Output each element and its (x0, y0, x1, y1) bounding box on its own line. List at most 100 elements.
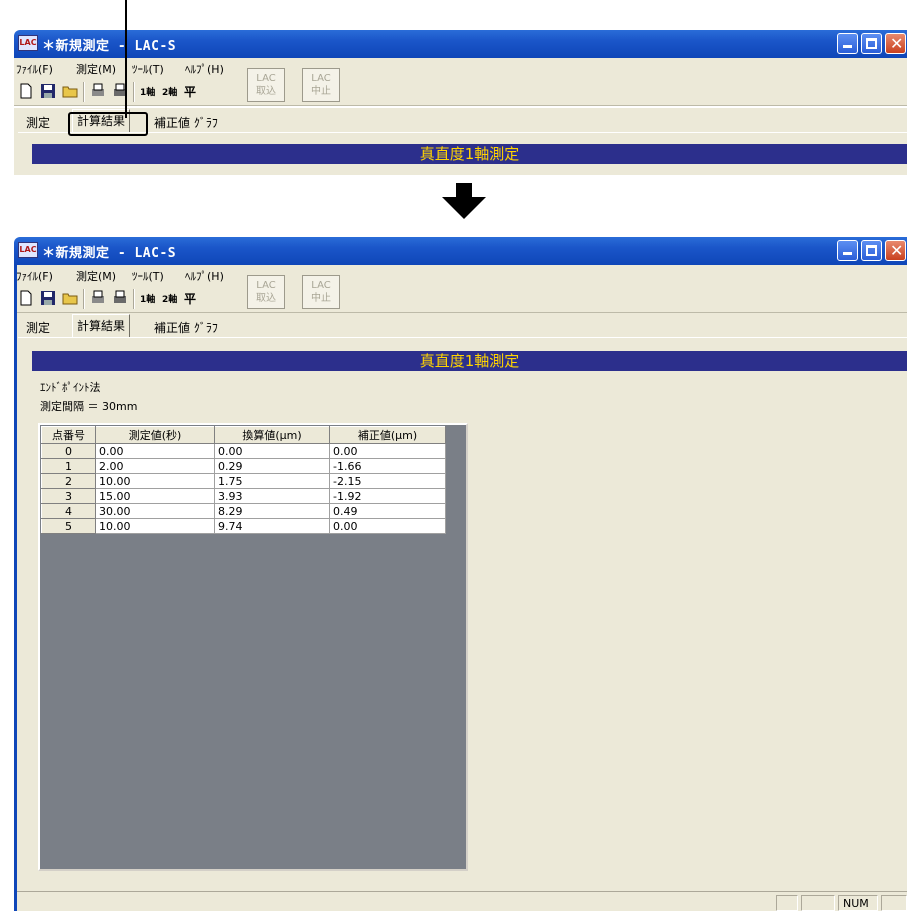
app-icon: LAC (18, 35, 38, 51)
minimize-button[interactable] (837, 240, 858, 261)
cell-converted[interactable]: 1.75 (214, 473, 330, 489)
table-row[interactable]: 3 15.00 3.93 -1.92 (41, 488, 446, 504)
cell-point: 2 (41, 473, 96, 489)
cell-measured[interactable]: 10.00 (95, 518, 215, 534)
menu-measure[interactable]: 測定(M) (76, 268, 116, 284)
cell-converted[interactable]: 0.29 (214, 458, 330, 474)
cell-corrected[interactable]: -1.66 (329, 458, 446, 474)
tab-strip: 測定 計算結果 補正値 ｸﾞﾗﾌ (14, 313, 907, 339)
cell-converted[interactable]: 3.93 (214, 488, 330, 504)
lac-stop-label: LAC (311, 280, 331, 291)
lac-load-button[interactable]: LAC 取込 (247, 68, 285, 102)
axis1-button[interactable]: 1軸 (140, 292, 155, 305)
window-border (14, 265, 17, 911)
menu-bar: ﾌｧｲﾙ(F) 測定(M) ﾂｰﾙ(T) ﾍﾙﾌﾟ(H) (14, 58, 907, 78)
tab-measure[interactable]: 測定 (22, 317, 54, 337)
lac-stop-button[interactable]: LAC 中止 (302, 275, 340, 309)
lac-stop-button[interactable]: LAC 中止 (302, 68, 340, 102)
title-bar: LAC ＊新規測定 - LAC-S ✕ (14, 30, 907, 58)
new-file-icon[interactable] (18, 83, 34, 99)
print-preview-icon[interactable] (90, 83, 106, 99)
cell-measured[interactable]: 15.00 (95, 488, 215, 504)
menu-help[interactable]: ﾍﾙﾌﾟ(H) (185, 61, 224, 77)
cell-converted[interactable]: 8.29 (214, 503, 330, 519)
menu-file[interactable]: ﾌｧｲﾙ(F) (16, 61, 53, 77)
menu-file[interactable]: ﾌｧｲﾙ(F) (16, 268, 53, 284)
status-panel-4 (881, 895, 907, 911)
close-button[interactable]: ✕ (885, 240, 906, 261)
cell-converted[interactable]: 9.74 (214, 518, 330, 534)
tab-results[interactable]: 計算結果 (72, 314, 131, 337)
callout-box (68, 112, 148, 136)
cell-point: 4 (41, 503, 96, 519)
menu-tools[interactable]: ﾂｰﾙ(T) (132, 61, 164, 77)
status-panel-2 (801, 895, 835, 911)
tab-measure[interactable]: 測定 (22, 112, 54, 132)
lac-stop-sublabel: 中止 (311, 293, 331, 304)
header-converted[interactable]: 換算値(μm) (214, 426, 330, 444)
cell-point: 3 (41, 488, 96, 504)
results-table: 点番号 測定値(秒) 換算値(μm) 補正値(μm) 0 0.00 0.00 0.00… (41, 426, 446, 534)
axis2-button[interactable]: 2軸 (162, 85, 177, 98)
flat-button[interactable]: 平 (184, 83, 196, 100)
status-panel-1 (776, 895, 798, 911)
cell-measured[interactable]: 0.00 (95, 443, 215, 459)
header-point[interactable]: 点番号 (41, 426, 96, 444)
menu-tools[interactable]: ﾂｰﾙ(T) (132, 268, 164, 284)
toolbar: 1軸 2軸 平 LAC 取込 LAC 中止 (14, 68, 907, 106)
table-row[interactable]: 4 30.00 8.29 0.49 (41, 503, 446, 519)
maximize-button[interactable] (861, 240, 882, 261)
save-icon[interactable] (40, 290, 56, 306)
header-measured[interactable]: 測定値(秒) (95, 426, 215, 444)
cell-measured[interactable]: 10.00 (95, 473, 215, 489)
cell-measured[interactable]: 2.00 (95, 458, 215, 474)
tab-correction-graph[interactable]: 補正値 ｸﾞﾗﾌ (150, 317, 222, 337)
callout-line (125, 0, 127, 118)
print-icon[interactable] (112, 290, 128, 306)
cell-point: 1 (41, 458, 96, 474)
cell-corrected[interactable]: -2.15 (329, 473, 446, 489)
minimize-button[interactable] (837, 33, 858, 54)
flat-button[interactable]: 平 (184, 290, 196, 307)
results-grid[interactable]: 点番号 測定値(秒) 換算値(μm) 補正値(μm) 0 0.00 0.00 0.00… (38, 423, 468, 871)
menu-measure[interactable]: 測定(M) (76, 61, 116, 77)
cell-corrected[interactable]: 0.00 (329, 518, 446, 534)
menu-help[interactable]: ﾍﾙﾌﾟ(H) (185, 268, 224, 284)
save-icon[interactable] (40, 83, 56, 99)
axis1-button[interactable]: 1軸 (140, 85, 155, 98)
axis2-button[interactable]: 2軸 (162, 292, 177, 305)
cell-converted[interactable]: 0.00 (214, 443, 330, 459)
status-bar: NUM (14, 891, 907, 911)
lac-load-sublabel: 取込 (256, 293, 276, 304)
maximize-button[interactable] (861, 33, 882, 54)
bottom-screenshot: LAC ＊新規測定 - LAC-S ✕ ﾌｧｲﾙ(F) 測定(M) ﾂｰﾙ(T)… (0, 237, 907, 911)
title-bar: LAC ＊新規測定 - LAC-S ✕ (14, 237, 907, 265)
header-corrected[interactable]: 補正値(μm) (329, 426, 446, 444)
open-folder-icon[interactable] (62, 83, 78, 99)
lac-load-button[interactable]: LAC 取込 (247, 275, 285, 309)
window-title: ＊新規測定 - LAC-S (42, 246, 177, 261)
menu-bar: ﾌｧｲﾙ(F) 測定(M) ﾂｰﾙ(T) ﾍﾙﾌﾟ(H) (14, 265, 907, 285)
table-row[interactable]: 5 10.00 9.74 0.00 (41, 518, 446, 534)
print-preview-icon[interactable] (90, 290, 106, 306)
cell-corrected[interactable]: 0.00 (329, 443, 446, 459)
tab-correction-graph[interactable]: 補正値 ｸﾞﾗﾌ (150, 112, 222, 132)
cell-point: 5 (41, 518, 96, 534)
close-button[interactable]: ✕ (885, 33, 906, 54)
table-row[interactable]: 1 2.00 0.29 -1.66 (41, 458, 446, 474)
cell-corrected[interactable]: -1.92 (329, 488, 446, 504)
table-row[interactable]: 0 0.00 0.00 0.00 (41, 443, 446, 459)
banner: 真直度1軸測定 (32, 351, 907, 371)
toolbar: 1軸 2軸 平 LAC 取込 LAC 中止 (14, 275, 907, 313)
lac-stop-label: LAC (311, 73, 331, 84)
cell-corrected[interactable]: 0.49 (329, 503, 446, 519)
interval-label: 測定間隔 ＝ 30mm (40, 400, 138, 413)
table-row[interactable]: 2 10.00 1.75 -2.15 (41, 473, 446, 489)
cell-point: 0 (41, 443, 96, 459)
lac-load-sublabel: 取込 (256, 86, 276, 97)
lac-load-label: LAC (256, 73, 276, 84)
open-folder-icon[interactable] (62, 290, 78, 306)
new-file-icon[interactable] (18, 290, 34, 306)
banner: 真直度1軸測定 (32, 144, 907, 164)
cell-measured[interactable]: 30.00 (95, 503, 215, 519)
